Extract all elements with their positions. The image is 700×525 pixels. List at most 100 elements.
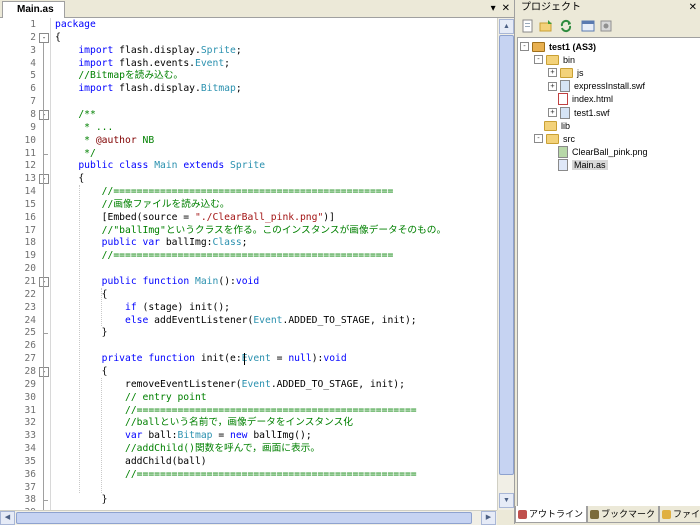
scroll-left-button[interactable]: ◀	[0, 511, 15, 525]
expand-toggle-icon[interactable]: -	[534, 134, 543, 144]
fold-toggle-icon[interactable]: -	[39, 366, 49, 377]
fold-toggle-icon[interactable]: -	[39, 109, 49, 120]
tree-item[interactable]: + js	[548, 66, 584, 79]
code-line[interactable]: import flash.events.Event;	[55, 57, 230, 70]
code-text-area[interactable]: 1 2 3 4 5 6 7 8 9 10 11 12 13 14 15 16 17 18 19 20 21 22 23 24 2…	[0, 18, 497, 510]
tree-item-label: ClearBall_pink.png	[572, 147, 648, 158]
code-token: public var	[101, 237, 160, 249]
code-line[interactable]: //======================================…	[55, 185, 394, 198]
code-line[interactable]: //addChild()関数を呼んで，画面に表示。	[55, 442, 320, 455]
tab-list-dropdown-icon[interactable]: ▾	[491, 1, 496, 16]
expand-toggle-icon	[534, 122, 541, 129]
code-token: {	[55, 288, 108, 300]
code-line[interactable]: private function init(e:Event = null):vo…	[55, 352, 347, 365]
vertical-scrollbar[interactable]: ▲ ▼	[497, 18, 515, 510]
code-line[interactable]: public class Main extends Sprite	[55, 159, 265, 172]
code-token: ballImg:	[160, 237, 213, 249]
expand-toggle-icon[interactable]: +	[548, 68, 557, 78]
code-line[interactable]: //ballという名前で，画像データをインスタンス化	[55, 416, 353, 429]
code-line[interactable]: //"ballImg"というクラスを作る。このインスタンスが画像データそのもの。	[55, 224, 447, 237]
tab-bookmarks[interactable]: ブックマーク	[587, 506, 660, 523]
horizontal-scrollbar[interactable]: ◀ ▶	[0, 510, 497, 525]
code-line[interactable]: {	[55, 288, 108, 301]
code-line[interactable]: if (stage) init();	[55, 301, 230, 314]
code-line[interactable]: {	[55, 31, 61, 44]
tree-item[interactable]: + test1.swf	[548, 106, 610, 119]
line-number: 1	[30, 19, 36, 30]
code-line[interactable]: * @author NB	[55, 134, 154, 147]
fold-toggle-icon[interactable]: -	[39, 174, 49, 185]
line-number: 3	[30, 44, 36, 56]
tree-item[interactable]: - bin	[534, 53, 575, 66]
tree-item[interactable]: - src	[534, 132, 575, 145]
new-file-icon[interactable]	[521, 19, 535, 33]
tab-outline[interactable]: アウトライン	[515, 506, 588, 523]
code-line[interactable]: //======================================…	[55, 404, 417, 417]
code-line[interactable]: //======================================…	[55, 468, 417, 481]
indent-guide	[79, 185, 81, 494]
code-line[interactable]: import flash.display.Sprite;	[55, 44, 241, 57]
scroll-up-button[interactable]: ▲	[499, 19, 514, 34]
code-line[interactable]: {	[55, 365, 108, 378]
code-token: //画像ファイルを読み込む。	[55, 198, 230, 210]
scroll-right-button[interactable]: ▶	[481, 511, 496, 525]
fold-toggle-icon[interactable]: -	[39, 277, 49, 287]
settings-icon[interactable]	[599, 19, 613, 33]
tab-files[interactable]: ファイル	[659, 506, 700, 523]
expand-toggle-icon[interactable]: +	[548, 108, 557, 117]
scroll-down-button[interactable]: ▼	[499, 493, 514, 508]
tree-item[interactable]: index.html	[548, 93, 613, 106]
code-line[interactable]: //Bitmapを読み込む。	[55, 69, 183, 82]
tree-item[interactable]: + expressInstall.swf	[548, 80, 645, 93]
tree-item[interactable]: Main.as	[548, 159, 608, 172]
expand-toggle-icon[interactable]: -	[520, 42, 529, 51]
tab-main-as[interactable]: Main.as	[2, 1, 65, 18]
image-file-icon	[558, 146, 568, 159]
code-line[interactable]: import flash.display.Bitmap;	[55, 82, 241, 95]
code-line[interactable]: }	[55, 326, 108, 339]
horizontal-scroll-thumb[interactable]	[16, 512, 472, 524]
tree-item[interactable]: - test1 (AS3)	[520, 40, 596, 53]
code-token: }	[55, 327, 108, 339]
expand-toggle-icon[interactable]: +	[548, 81, 557, 91]
code-token: // entry point	[55, 391, 207, 403]
code-line[interactable]: [Embed(source = "./ClearBall_pink.png")]	[55, 211, 335, 224]
code-token: =	[270, 353, 289, 365]
code-line[interactable]: public function Main():void	[55, 275, 260, 288]
code-line[interactable]: removeEventListener(Event.ADDED_TO_STAGE…	[55, 378, 405, 391]
line-number: 17	[24, 224, 36, 236]
code-line[interactable]: //======================================…	[55, 249, 394, 262]
add-folder-icon[interactable]	[539, 19, 553, 33]
code-line[interactable]: // entry point	[55, 391, 207, 404]
expand-toggle-icon[interactable]: -	[534, 55, 543, 65]
code-line[interactable]: var ball:Bitmap = new ballImg();	[55, 429, 312, 442]
code-line[interactable]: public var ballImg:Class;	[55, 236, 248, 249]
code-line[interactable]: package	[55, 18, 96, 31]
refresh-icon[interactable]	[559, 19, 573, 33]
tree-item[interactable]: lib	[534, 119, 570, 132]
code-line[interactable]: /**	[55, 108, 96, 121]
project-tree: - test1 (AS3) - bin + js + expressInstall.swf in…	[517, 37, 700, 507]
folder-icon	[560, 67, 573, 78]
close-tab-icon[interactable]: ✕	[502, 1, 510, 16]
fold-toggle-icon[interactable]: -	[39, 32, 49, 43]
code-line[interactable]: else addEventListener(Event.ADDED_TO_STA…	[55, 314, 417, 327]
properties-icon[interactable]	[581, 19, 595, 33]
expand-toggle-icon	[548, 149, 555, 156]
code-line[interactable]: {	[55, 172, 84, 185]
close-panel-icon[interactable]: ✕	[689, 0, 697, 15]
vertical-scroll-thumb[interactable]	[499, 35, 514, 475]
code-token: addEventListener(	[148, 314, 254, 326]
tree-item[interactable]: ClearBall_pink.png	[548, 146, 648, 159]
code-token: */	[55, 147, 96, 159]
code-editor-pane: Main.as ▾ ✕ 1 2 3 4 5 6 7 8 9 10 11 12 13 14 15 16 17 18 1…	[0, 0, 515, 525]
line-number: 9	[30, 121, 36, 133]
code-line[interactable]: */	[55, 147, 96, 160]
code-line[interactable]: * ...	[55, 121, 113, 134]
code-line[interactable]: addChild(ball)	[55, 455, 207, 468]
code-line[interactable]: //画像ファイルを読み込む。	[55, 198, 230, 211]
code-line[interactable]: }	[55, 493, 108, 506]
